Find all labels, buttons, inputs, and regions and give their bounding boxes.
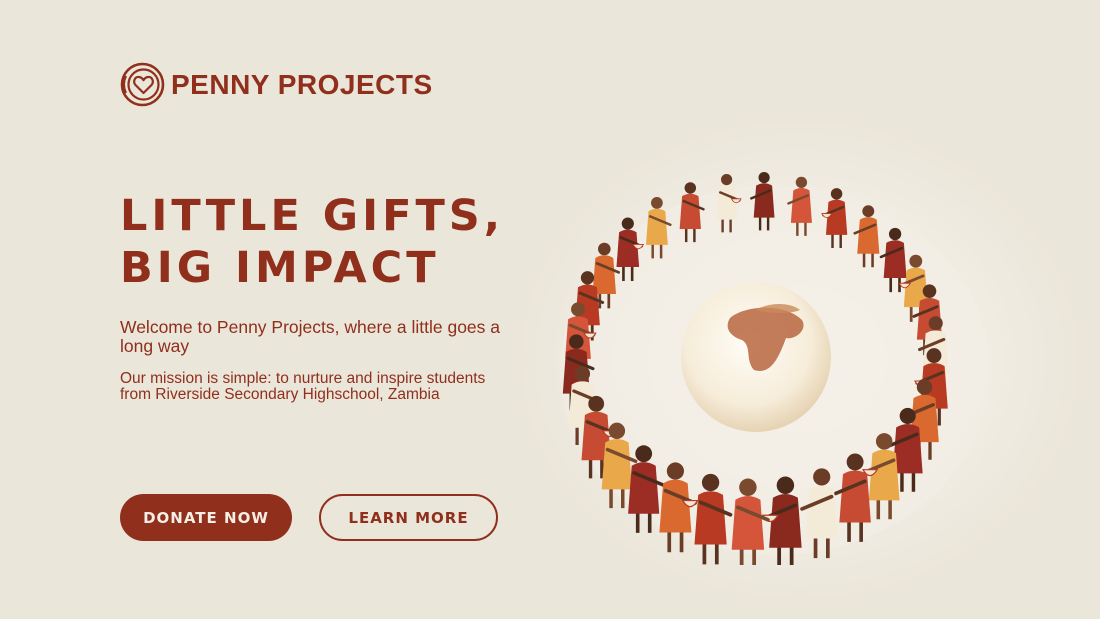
headline-line-1: LITTLE GIFTS, <box>120 191 505 241</box>
brand-logo-link[interactable]: PENNY PROJECTS <box>120 62 433 107</box>
mission-text: Our mission is simple: to nurture and in… <box>120 370 486 403</box>
hero-headline: LITTLE GIFTS, BIG IMPACT <box>120 190 504 294</box>
donate-now-button[interactable]: DONATE NOW <box>120 494 292 541</box>
coin-heart-icon <box>120 62 165 107</box>
community-circle-globe-illustration <box>560 172 990 565</box>
welcome-text: Welcome to Penny Projects, where a littl… <box>120 317 501 356</box>
brand-name: PENNY PROJECTS <box>171 68 433 100</box>
landing-page: PENNY PROJECTS LITTLE GIFTS, BIG IMPACT … <box>0 0 1100 619</box>
learn-more-button[interactable]: LEARN MORE <box>319 494 498 541</box>
headline-line-2: BIG IMPACT <box>120 243 440 293</box>
